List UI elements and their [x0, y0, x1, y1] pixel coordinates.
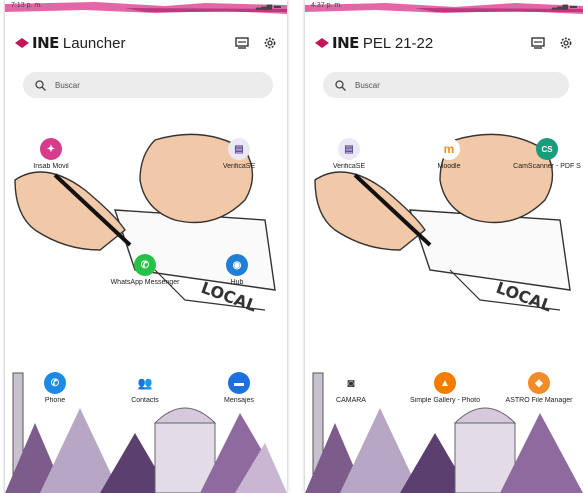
app-label: VerificaSE: [222, 163, 256, 170]
app-title: PEL 21-22: [362, 34, 434, 52]
whatsapp-icon: ✆: [134, 254, 156, 276]
status-time: 7:13 p. m.: [11, 2, 43, 9]
camscanner-icon: CS: [536, 138, 558, 160]
app-label: CAMARA: [336, 397, 366, 404]
battery-icon: ▂▃▅ ▬: [255, 3, 281, 10]
ine-diamond-icon: [15, 38, 29, 48]
search-icon: [35, 79, 46, 91]
phone-screen-pel: 4:37 p. m. ▂▃▅ ▬ INE PEL 21-22 Buscar LO…: [305, 0, 583, 493]
app-label: Contacts: [131, 397, 159, 404]
app-phone[interactable]: ✆ Phone: [19, 372, 91, 404]
app-header: INE PEL 21-22: [305, 28, 583, 58]
gear-icon[interactable]: [263, 36, 277, 50]
hub-icon: ◉: [226, 254, 248, 276]
app-label: WhatsApp Messenger: [110, 279, 180, 286]
phone-icon: ✆: [44, 372, 66, 394]
contacts-icon: 👥: [134, 372, 156, 394]
ine-diamond-icon: [315, 38, 329, 48]
app-label: Simple Gallery - Photo: [409, 397, 481, 404]
battery-icon: ▂▃▅ ▬: [551, 3, 577, 10]
screen-icon[interactable]: [531, 37, 545, 49]
app-label: Hub: [230, 279, 244, 286]
app-label: Mensajes: [224, 397, 254, 404]
search-icon: [335, 79, 346, 91]
moodle-icon: m: [438, 138, 460, 160]
app-astro-file-manager[interactable]: ◆ ASTRO File Manager: [503, 372, 575, 404]
app-header: INE Launcher: [5, 28, 287, 58]
search-bar[interactable]: Buscar: [23, 72, 273, 98]
app-label: CamScanner - PDF S: [513, 163, 581, 170]
camera-icon: ◙: [340, 372, 362, 394]
verificase-icon: ▤: [338, 138, 360, 160]
app-contacts[interactable]: 👥 Contacts: [109, 372, 181, 404]
gear-icon[interactable]: [559, 36, 573, 50]
app-messages[interactable]: ▬ Mensajes: [203, 372, 275, 404]
app-simple-gallery[interactable]: ▲ Simple Gallery - Photo: [409, 372, 481, 404]
app-label: Moodle: [437, 163, 461, 170]
app-moodle[interactable]: m Moodle: [413, 138, 485, 170]
app-label: Insab Movil: [33, 163, 69, 170]
status-time: 4:37 p. m.: [311, 2, 343, 9]
search-placeholder: Buscar: [55, 80, 80, 90]
status-bar: 7:13 p. m. ▂▃▅ ▬: [5, 0, 287, 12]
logo-text: INE: [32, 34, 59, 52]
status-bar: 4:37 p. m. ▂▃▅ ▬: [305, 0, 583, 12]
app-title: Launcher: [62, 34, 126, 52]
app-verificase[interactable]: ▤ VerificaSE: [203, 138, 275, 170]
ine-logo: INE: [315, 34, 359, 52]
app-verificase[interactable]: ▤ VerificaSE: [313, 138, 385, 170]
app-label: VerificaSE: [332, 163, 366, 170]
search-bar[interactable]: Buscar: [323, 72, 569, 98]
verificase-icon: ▤: [228, 138, 250, 160]
astro-icon: ◆: [528, 372, 550, 394]
ine-logo: INE: [15, 34, 59, 52]
app-whatsapp[interactable]: ✆ WhatsApp Messenger: [109, 254, 181, 286]
messages-icon: ▬: [228, 372, 250, 394]
logo-text: INE: [332, 34, 359, 52]
app-hub[interactable]: ◉ Hub: [201, 254, 273, 286]
screen-icon[interactable]: [235, 37, 249, 49]
app-insab-movil[interactable]: ✦ Insab Movil: [15, 138, 87, 170]
insabmovil-icon: ✦: [40, 138, 62, 160]
app-label: ASTRO File Manager: [505, 397, 573, 404]
app-camara[interactable]: ◙ CAMARA: [315, 372, 387, 404]
app-label: Phone: [44, 397, 66, 404]
phone-screen-launcher: 7:13 p. m. ▂▃▅ ▬ INE Launcher Buscar LOC…: [5, 0, 287, 493]
search-placeholder: Buscar: [355, 80, 380, 90]
gallery-icon: ▲: [434, 372, 456, 394]
app-camscanner[interactable]: CS CamScanner - PDF S: [511, 138, 583, 170]
